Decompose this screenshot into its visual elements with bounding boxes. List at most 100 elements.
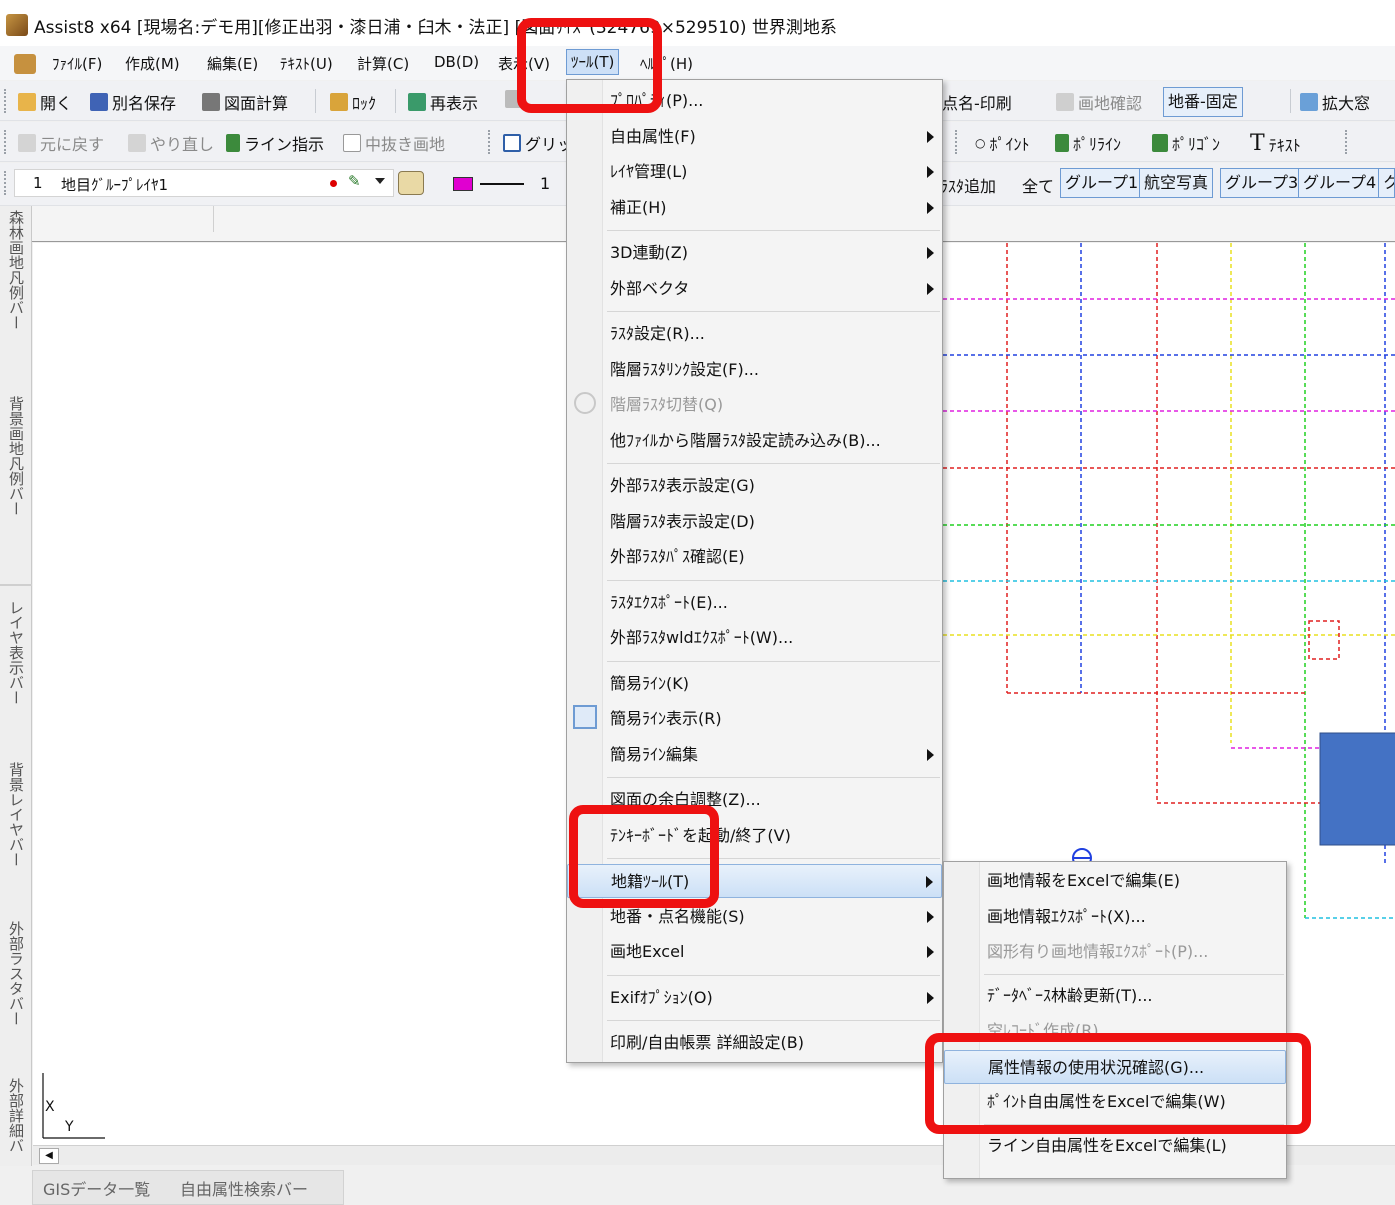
submenu-arrow-icon [927, 166, 934, 178]
point-print-button[interactable]: 点名-印刷 [942, 90, 1012, 114]
tab-free-attribute-search[interactable]: 自由属性検索バー [180, 1176, 308, 1200]
highlight-attribute-usage [925, 1033, 1311, 1134]
hollow-parcel-button[interactable]: 中抜き画地 [343, 131, 445, 155]
undo-button[interactable]: 元に戻す [18, 131, 104, 155]
menu-item[interactable]: 3D連動(Z) [567, 236, 942, 270]
lot-fixed-button[interactable]: 地番-固定 [1163, 87, 1243, 117]
lock-icon [330, 93, 348, 111]
line-style-icon[interactable] [480, 183, 524, 185]
menu-item[interactable]: ﾚｲﾔ管理(L) [567, 155, 942, 189]
tools-menu: ﾌﾟﾛﾊﾟﾃｨ(P)... 自由属性(F) ﾚｲﾔ管理(L) 補正(H) 3D連動(Z)… [566, 79, 943, 1063]
menu-item-label: 外部ベクタ [610, 278, 690, 298]
menu-item-label: 図形有り画地情報ｴｸｽﾎﾟｰﾄ(P)... [987, 942, 1209, 961]
external-raster-bar[interactable]: 外部ラスタバー [6, 921, 27, 1026]
menu-item[interactable]: 画地情報ｴｸｽﾎﾟｰﾄ(X)... [944, 900, 1286, 934]
menu-edit[interactable]: 編集(E) [207, 53, 258, 74]
menu-item-label: 画地Excel [610, 942, 685, 961]
menu-item[interactable]: 外部ﾗｽﾀ表示設定(G) [567, 469, 942, 503]
menu-item[interactable]: Exifｵﾌﾟｼｮﾝ(O) [567, 981, 942, 1015]
menu-item[interactable]: 画地情報をExcelで編集(E) [944, 864, 1286, 898]
app-logo-icon [6, 14, 28, 36]
tab-group3[interactable]: グループ3 [1220, 168, 1304, 198]
menu-item[interactable]: 外部ベクタ [567, 272, 942, 306]
menu-item[interactable]: 自由属性(F) [567, 120, 942, 154]
grid-button[interactable]: グリッ [503, 131, 573, 155]
menu-separator [607, 230, 940, 231]
menu-item-label: 外部ﾗｽﾀ表示設定(G) [610, 476, 755, 495]
tab-more[interactable]: ク [1378, 168, 1395, 198]
menu-separator [607, 974, 940, 976]
polygon-tool-button[interactable]: ﾎﾟﾘｺﾞﾝ [1152, 131, 1220, 155]
parcel-check-button[interactable]: 画地確認 [1056, 90, 1142, 114]
menu-calc[interactable]: 計算(C) [357, 53, 409, 74]
redraw-button[interactable]: 再表示 [408, 90, 478, 114]
menu-item[interactable]: 他ﾌｧｲﾙから階層ﾗｽﾀ設定読み込み(B)... [567, 424, 942, 458]
tab-group1[interactable]: グループ1 [1060, 168, 1144, 198]
menu-item[interactable]: 印刷/自由帳票 詳細設定(B) [567, 1026, 942, 1060]
menu-create[interactable]: 作成(M) [125, 53, 180, 74]
menu-item[interactable]: ﾗｽﾀｴｸｽﾎﾟｰﾄ(E)... [567, 586, 942, 620]
menu-separator [984, 973, 1284, 975]
polyline-tool-button[interactable]: ﾎﾟﾘﾗｲﾝ [1055, 131, 1121, 155]
save-icon [90, 93, 108, 111]
background-layer-bar[interactable]: 背景レイヤバー [6, 762, 27, 867]
external-detail-bar[interactable]: 外部詳細バ [6, 1078, 27, 1153]
tab-gis-data-list[interactable]: GISデータ一覧 [43, 1176, 150, 1200]
redo-button[interactable]: やり直し [128, 131, 214, 155]
menu-item[interactable]: 図形有り画地情報ｴｸｽﾎﾟｰﾄ(P)... [944, 935, 1286, 969]
background-legend-bar[interactable]: 背景画地凡例バー [6, 396, 27, 516]
menu-item[interactable]: 補正(H) [567, 191, 942, 225]
folder-icon [18, 93, 36, 111]
tab-aerial-photo[interactable]: 航空写真 [1139, 168, 1214, 198]
menu-separator [607, 660, 940, 662]
raster-add-button[interactable]: ﾗｽﾀ追加 [940, 173, 996, 197]
line-instruct-button[interactable]: ライン指示 [226, 131, 324, 155]
title-bar: Assist8 x64 [現場名:デモ用][修正出羽・漆日浦・臼木・法正] [図… [0, 0, 1395, 46]
point-tool-button[interactable]: ○ ﾎﾟｲﾝﾄ [975, 131, 1030, 155]
zoom-window-button[interactable]: 拡大窓 [1300, 90, 1370, 114]
menu-item-label: 外部ﾗｽﾀﾊﾟｽ確認(E) [610, 547, 745, 566]
menu-item[interactable]: 簡易ﾗｲﾝ表示(R) [567, 702, 942, 736]
menu-item[interactable]: 外部ﾗｽﾀﾊﾟｽ確認(E) [567, 540, 942, 574]
text-tool-button[interactable]: T ﾃｷｽﾄ [1250, 131, 1301, 156]
area-calc-button[interactable]: 図面計算 [202, 90, 288, 114]
layer-stack-icon[interactable] [398, 171, 424, 195]
menu-item[interactable]: 階層ﾗｽﾀ表示設定(D) [567, 505, 942, 539]
menu-db[interactable]: DB(D) [434, 53, 479, 71]
tab-group4[interactable]: グループ4 [1298, 168, 1382, 198]
menu-item-label: ﾗｽﾀ設定(R)... [610, 324, 705, 343]
tab-all[interactable]: 全て [1022, 173, 1054, 197]
open-button[interactable]: 開く [18, 90, 72, 114]
line-width-value[interactable]: 1 [540, 174, 550, 193]
menu-item-label: 他ﾌｧｲﾙから階層ﾗｽﾀ設定読み込み(B)... [610, 430, 881, 450]
layer-select[interactable]: 1 地目ｸﾞﾙｰﾌﾟﾚｲﾔ1 ✎ [14, 169, 394, 197]
fill-color-icon[interactable] [453, 177, 473, 191]
left-dock: 森林画地凡例バー 背景画地凡例バー レイヤ表示バー 背景レイヤバー 外部ラスタバ… [0, 206, 32, 1166]
app-menu-icon[interactable] [14, 54, 36, 74]
menu-item[interactable]: ﾗｽﾀ設定(R)... [567, 317, 942, 351]
scroll-left-icon[interactable]: ◀ [39, 1148, 59, 1164]
menu-item-label: 階層ﾗｽﾀ切替(Q) [610, 395, 724, 414]
axis-x-label: X [45, 1099, 55, 1115]
menu-text[interactable]: ﾃｷｽﾄ(U) [280, 53, 333, 74]
point-icon: ○ [975, 136, 986, 150]
chevron-down-icon[interactable] [375, 178, 385, 184]
submenu-arrow-icon [927, 910, 934, 923]
map-header-cell [32, 206, 214, 232]
menu-separator [607, 579, 940, 581]
menu-file[interactable]: ﾌｧｲﾙ(F) [52, 53, 102, 74]
zoom-icon [1300, 93, 1318, 111]
menu-item[interactable]: 外部ﾗｽﾀwldｴｸｽﾎﾟｰﾄ(W)... [567, 621, 942, 655]
menu-item[interactable]: 簡易ﾗｲﾝ編集 [567, 738, 942, 772]
menu-item[interactable]: ﾃﾞｰﾀﾍﾞｰｽ林齢更新(T)... [944, 979, 1286, 1013]
forest-legend-bar[interactable]: 森林画地凡例バー [6, 210, 27, 330]
simple-line-display-icon [573, 705, 597, 729]
menu-item[interactable]: 画地Excel [567, 935, 942, 969]
lock-button[interactable]: ﾛｯｸ [330, 90, 376, 114]
menu-item[interactable]: 階層ﾗｽﾀ切替(Q) [567, 388, 942, 422]
layer-display-bar[interactable]: レイヤ表示バー [6, 600, 27, 705]
save-as-button[interactable]: 別名保存 [90, 90, 176, 114]
menu-item-label: 簡易ﾗｲﾝ(K) [610, 673, 689, 693]
menu-item[interactable]: 簡易ﾗｲﾝ(K) [567, 667, 942, 701]
menu-item[interactable]: 階層ﾗｽﾀﾘﾝｸ設定(F)... [567, 353, 942, 387]
